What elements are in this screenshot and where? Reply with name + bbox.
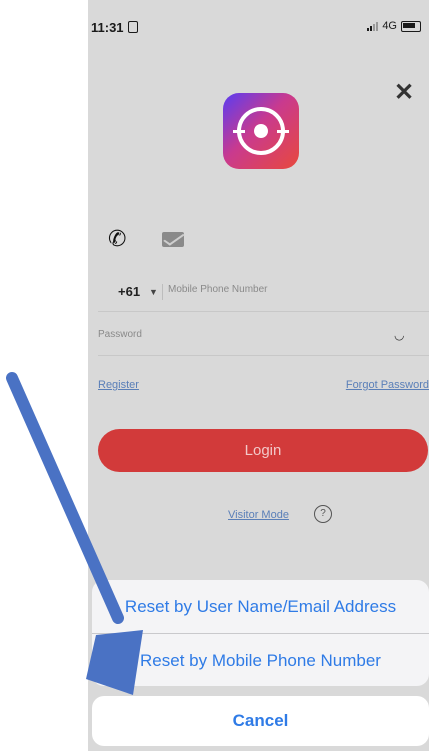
signal-icon [367,21,379,31]
reset-by-phone-option[interactable]: Reset by Mobile Phone Number [92,634,429,686]
cancel-button[interactable]: Cancel [92,696,429,746]
country-code-selector[interactable]: +61 [118,284,140,299]
chevron-down-icon[interactable]: ▼ [149,287,158,297]
status-indicators: 4G [367,20,421,32]
status-time: 11:31 [91,20,124,35]
forgot-password-link[interactable]: Forgot Password [346,379,429,391]
input-underline [98,311,429,312]
register-link[interactable]: Register [98,379,139,391]
status-bar: 11:31 4G [88,0,429,50]
login-button[interactable]: Login [98,429,428,472]
password-input[interactable]: Password [98,329,142,340]
help-icon[interactable]: ? [314,505,332,523]
reset-action-sheet: Reset by User Name/Email Address Reset b… [92,580,429,686]
eye-closed-icon[interactable]: ◡ [394,328,404,342]
app-logo [223,93,299,169]
close-icon[interactable]: ✕ [394,78,414,107]
phone-screen: 11:31 4G ✕ ✆ +61 ▼ Mobile Phone Number P… [88,0,429,751]
network-type: 4G [382,20,397,32]
notification-icon [127,21,138,33]
reset-by-email-option[interactable]: Reset by User Name/Email Address [92,580,429,633]
email-icon[interactable] [162,232,184,247]
input-underline [98,355,429,356]
mobile-phone-input[interactable]: Mobile Phone Number [168,284,268,295]
battery-icon [401,20,421,32]
visitor-mode-link[interactable]: Visitor Mode [228,509,289,521]
phone-icon[interactable]: ✆ [108,226,126,252]
field-divider [162,284,163,300]
